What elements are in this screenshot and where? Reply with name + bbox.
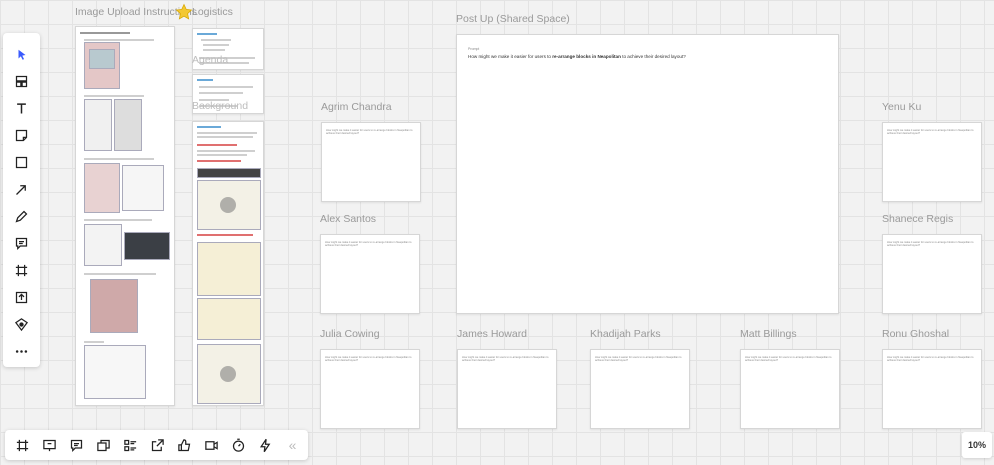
- image-upload-instructions-doc[interactable]: [75, 26, 175, 406]
- text-icon[interactable]: [8, 95, 36, 122]
- participant-name[interactable]: Agrim Chandra: [321, 101, 392, 113]
- arrow-icon[interactable]: [8, 176, 36, 203]
- participant-card[interactable]: How might we make it easier for users to…: [457, 349, 557, 429]
- participant-name[interactable]: Khadijah Parks: [590, 328, 661, 340]
- shape-icon[interactable]: [8, 149, 36, 176]
- upload-icon[interactable]: [8, 284, 36, 311]
- video-icon[interactable]: [198, 431, 225, 459]
- frame-label-agenda[interactable]: Agenda: [192, 54, 228, 66]
- zoom-level[interactable]: 10%: [962, 432, 992, 458]
- sticky-note-icon[interactable]: [8, 122, 36, 149]
- frame-label-logistics[interactable]: Logistics: [192, 6, 233, 18]
- kanban-icon[interactable]: [117, 431, 144, 459]
- participant-name[interactable]: Alex Santos: [320, 213, 376, 225]
- frame-label-background[interactable]: Background: [192, 100, 248, 112]
- select-icon[interactable]: [8, 41, 36, 68]
- participant-card[interactable]: How might we make it easier for users to…: [882, 122, 982, 202]
- apps-icon[interactable]: [8, 311, 36, 338]
- participant-card-prompt: How might we make it easier for users to…: [887, 129, 974, 135]
- present-icon[interactable]: [36, 431, 63, 459]
- more-icon[interactable]: [8, 338, 36, 365]
- participant-name[interactable]: Ronu Ghoshal: [882, 328, 949, 340]
- star-icon[interactable]: [175, 3, 193, 21]
- participant-card[interactable]: How might we make it easier for users to…: [882, 349, 982, 429]
- participant-card-prompt: How might we make it easier for users to…: [887, 241, 974, 247]
- participant-card-prompt: How might we make it easier for users to…: [325, 356, 412, 362]
- participant-card[interactable]: How might we make it easier for users to…: [320, 349, 420, 429]
- timer-icon[interactable]: [225, 431, 252, 459]
- participant-name[interactable]: Yenu Ku: [882, 101, 921, 113]
- participant-card-prompt: How might we make it easier for users to…: [887, 356, 974, 362]
- comment-icon[interactable]: [8, 230, 36, 257]
- participant-card-prompt: How might we make it easier for users to…: [462, 356, 549, 362]
- reactions-icon[interactable]: [171, 431, 198, 459]
- participant-name[interactable]: Matt Billings: [740, 328, 797, 340]
- participant-card-prompt: How might we make it easier for users to…: [595, 356, 682, 362]
- left-toolbar: [3, 33, 40, 367]
- activity-icon[interactable]: [252, 431, 279, 459]
- frames-icon[interactable]: [9, 431, 36, 459]
- prompt-label: Prompt: [468, 47, 480, 51]
- frame-icon[interactable]: [8, 257, 36, 284]
- participant-card-prompt: How might we make it easier for users to…: [326, 129, 413, 135]
- collapse-icon[interactable]: «: [279, 431, 306, 459]
- participant-card-prompt: How might we make it easier for users to…: [325, 241, 412, 247]
- participant-card[interactable]: How might we make it easier for users to…: [740, 349, 840, 429]
- post-up-card[interactable]: Prompt How might we make it easier for u…: [456, 34, 839, 314]
- participant-name[interactable]: James Howard: [457, 328, 527, 340]
- bottom-toolbar: «: [5, 430, 308, 460]
- participant-card[interactable]: How might we make it easier for users to…: [590, 349, 690, 429]
- templates-icon[interactable]: [8, 68, 36, 95]
- background-doc[interactable]: [192, 121, 264, 406]
- frame-label-post-up[interactable]: Post Up (Shared Space): [456, 13, 570, 25]
- participant-card-prompt: How might we make it easier for users to…: [745, 356, 832, 362]
- share-icon[interactable]: [144, 431, 171, 459]
- participant-card[interactable]: How might we make it easier for users to…: [320, 234, 420, 314]
- participant-name[interactable]: Julia Cowing: [320, 328, 380, 340]
- cards-icon[interactable]: [90, 431, 117, 459]
- comments-icon[interactable]: [63, 431, 90, 459]
- participant-name[interactable]: Shanece Regis: [882, 213, 953, 225]
- participant-card[interactable]: How might we make it easier for users to…: [321, 122, 421, 202]
- prompt-question: How might we make it easier for users to…: [468, 54, 686, 59]
- participant-card[interactable]: How might we make it easier for users to…: [882, 234, 982, 314]
- pen-icon[interactable]: [8, 203, 36, 230]
